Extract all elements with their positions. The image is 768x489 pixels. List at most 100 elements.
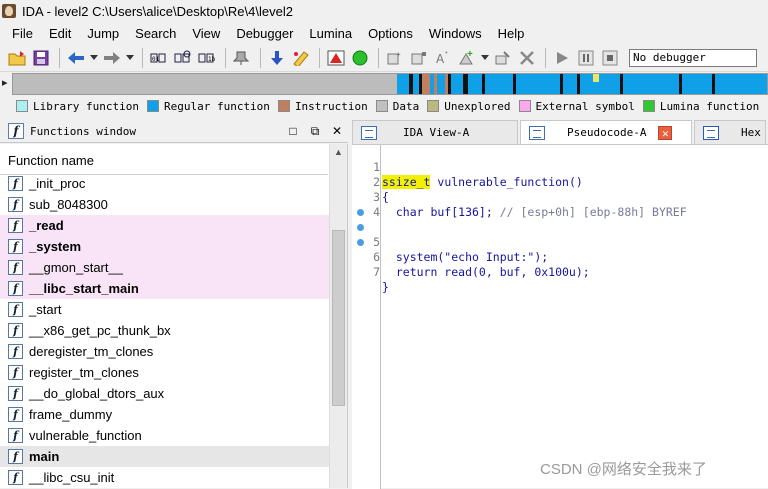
- svg-text:+: +: [396, 50, 401, 59]
- pause-icon[interactable]: [575, 47, 597, 69]
- chevron-down-icon[interactable]: [89, 47, 99, 69]
- close-icon[interactable]: ✕: [326, 124, 348, 138]
- column-header-function-name[interactable]: Function name: [0, 147, 328, 175]
- tab-hex[interactable]: Hex: [694, 120, 766, 144]
- restore-window-icon[interactable]: □: [282, 124, 304, 138]
- code-line[interactable]: 3 char buf[136]; // [esp+0h] [ebp-88h] B…: [352, 175, 768, 219]
- function-row[interactable]: f _init_proc: [0, 173, 329, 194]
- edit-icon[interactable]: [492, 47, 514, 69]
- run-green-icon[interactable]: [349, 47, 371, 69]
- view-tabs: IDA View-A Pseudocode-A ✕ Hex: [352, 120, 768, 144]
- binary-icon[interactable]: 01: [148, 47, 170, 69]
- code-line[interactable]: 4: [352, 190, 768, 219]
- text-search-icon[interactable]: 1b: [196, 47, 218, 69]
- breakpoint-dot-icon[interactable]: [357, 239, 364, 246]
- legend-label: Data: [392, 99, 420, 113]
- legend-label: Regular function: [163, 99, 270, 113]
- function-icon: f: [8, 386, 23, 401]
- function-row[interactable]: f __do_global_dtors_aux: [0, 383, 329, 404]
- back-arrow-icon[interactable]: [65, 47, 87, 69]
- line-number: 7: [373, 265, 380, 279]
- stop-icon[interactable]: [599, 47, 621, 69]
- function-icon: f: [8, 470, 23, 485]
- breakpoint-icon[interactable]: [408, 47, 430, 69]
- save-icon[interactable]: [30, 47, 52, 69]
- function-icon: f: [8, 428, 23, 443]
- breakpoint-dot-icon[interactable]: [357, 224, 364, 231]
- pin-icon[interactable]: [231, 47, 253, 69]
- chevron-down-icon[interactable]: [480, 47, 490, 69]
- hex-search-icon[interactable]: [172, 47, 194, 69]
- function-name: _read: [29, 218, 64, 233]
- pseudocode-view[interactable]: 1 ssize_t vulnerable_function() 2 { 3 ch…: [352, 144, 768, 489]
- breakpoint-dot-icon[interactable]: [357, 209, 364, 216]
- play-icon[interactable]: [551, 47, 573, 69]
- menu-options[interactable]: Options: [360, 26, 421, 41]
- function-name: __x86_get_pc_thunk_bx: [29, 323, 171, 338]
- code-line[interactable]: 1 ssize_t vulnerable_function(): [352, 145, 768, 189]
- chevron-down-icon[interactable]: [125, 47, 135, 69]
- menu-windows[interactable]: Windows: [421, 26, 490, 41]
- menu-edit[interactable]: Edit: [41, 26, 79, 41]
- mark-icon[interactable]: [290, 47, 312, 69]
- tab-pseudocode-a[interactable]: Pseudocode-A ✕: [520, 120, 692, 144]
- close-tab-icon[interactable]: ✕: [658, 125, 673, 140]
- code-line[interactable]: 6 return read(0, buf, 0x100u);: [352, 220, 768, 279]
- code-line[interactable]: 2 {: [352, 160, 768, 204]
- delete-icon[interactable]: [516, 47, 538, 69]
- toolbar-separator: [378, 47, 379, 68]
- legend-label: Lumina function: [659, 99, 760, 113]
- navigation-band[interactable]: [12, 73, 768, 95]
- add-breakpoint-icon[interactable]: +: [384, 47, 406, 69]
- function-row[interactable]: f register_tm_clones: [0, 362, 329, 383]
- function-row[interactable]: f vulnerable_function: [0, 425, 329, 446]
- code-line[interactable]: 5 system("echo Input:");: [352, 205, 768, 264]
- function-icon: f: [8, 323, 23, 338]
- tab-ida-view-a[interactable]: IDA View-A: [352, 120, 518, 144]
- function-row[interactable]: f sub_8048300: [0, 194, 329, 215]
- menu-view[interactable]: View: [184, 26, 228, 41]
- function-row[interactable]: f __libc_start_main: [0, 278, 329, 299]
- scrollbar-thumb[interactable]: [332, 230, 345, 406]
- function-row[interactable]: f _system: [0, 236, 329, 257]
- debugger-select[interactable]: No debugger: [629, 48, 757, 67]
- menu-debugger[interactable]: Debugger: [228, 26, 301, 41]
- function-icon: f: [8, 449, 23, 464]
- menu-file[interactable]: File: [4, 26, 41, 41]
- function-row[interactable]: f __gmon_start__: [0, 257, 329, 278]
- code-text: system("echo Input:");: [382, 250, 549, 264]
- function-row-selected[interactable]: f main: [0, 446, 329, 467]
- scroll-up-icon[interactable]: ▲: [334, 147, 343, 157]
- menu-search[interactable]: Search: [127, 26, 184, 41]
- disassembly-icon: [361, 125, 377, 140]
- float-window-icon[interactable]: ⧉: [304, 124, 326, 139]
- function-row[interactable]: f _start: [0, 299, 329, 320]
- svg-text:1b: 1b: [208, 56, 216, 63]
- vertical-scrollbar[interactable]: ▲: [329, 144, 347, 488]
- function-row[interactable]: f _read: [0, 215, 329, 236]
- open-icon[interactable]: [6, 47, 28, 69]
- menu-help[interactable]: Help: [490, 26, 533, 41]
- jump-down-icon[interactable]: [266, 47, 288, 69]
- legend-external-symbol: External symbol: [518, 100, 635, 113]
- legend-swatch: [16, 100, 28, 112]
- warning-icon[interactable]: [325, 47, 347, 69]
- toolbar: 01 1b + A * + No debugger: [0, 44, 768, 72]
- menu-jump[interactable]: Jump: [79, 26, 127, 41]
- nav-left-arrow-icon[interactable]: ▸: [2, 76, 10, 92]
- function-icon: f: [8, 407, 23, 422]
- legend-lumina-function: Lumina function: [642, 99, 760, 113]
- function-icon: f: [8, 197, 23, 212]
- legend-swatch: [146, 100, 159, 112]
- function-row[interactable]: f __libc_csu_init: [0, 467, 329, 488]
- function-row[interactable]: f __x86_get_pc_thunk_bx: [0, 320, 329, 341]
- legend-unexplored: Unexplored: [427, 99, 511, 113]
- menu-lumina[interactable]: Lumina: [301, 26, 360, 41]
- add-green-icon[interactable]: +: [456, 47, 478, 69]
- function-row[interactable]: f deregister_tm_clones: [0, 341, 329, 362]
- forward-arrow-icon[interactable]: [101, 47, 123, 69]
- legend-label: Unexplored: [444, 99, 511, 113]
- code-line[interactable]: 7 }: [352, 235, 768, 294]
- function-row[interactable]: f frame_dummy: [0, 404, 329, 425]
- text-a-icon[interactable]: A *: [432, 47, 454, 69]
